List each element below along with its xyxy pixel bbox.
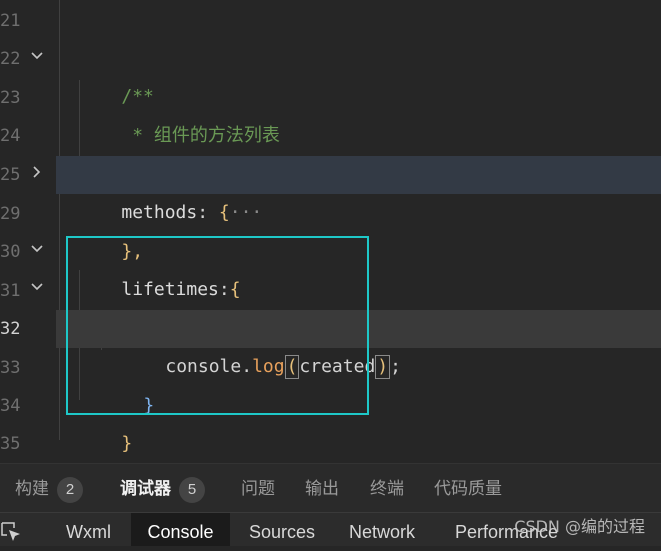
code-editor[interactable]: 21 22 23 24 25 29 30 31 32 33 34 35 /** … [0,0,661,463]
tab-build[interactable]: 构建 2 [15,464,83,513]
tab-problems-label: 问题 [241,479,275,498]
line-number: 30 [0,242,21,262]
tab-terminal[interactable]: 终端 [370,464,404,513]
debugger-count-badge: 5 [179,476,205,503]
code-line: methods: {··· [56,156,661,223]
fold-expanded-icon[interactable] [29,229,45,267]
inspect-element-icon[interactable] [0,521,22,543]
line-number: 29 [0,204,21,224]
line-number: 35 [0,434,21,454]
fold-expanded-icon[interactable] [29,267,45,305]
tab-output-label: 输出 [305,479,339,498]
line-number: 31 [0,281,21,301]
code-line: /** [56,40,661,107]
tab-network[interactable]: Network [349,513,415,546]
code-line: * 组件的方法列表 [56,79,661,146]
tab-code-quality-label: 代码质量 [434,479,502,498]
watermark: CSDN @编的过程 [514,517,645,536]
tab-console[interactable]: Console [131,513,230,546]
tab-problems[interactable]: 问题 [241,464,275,513]
code-line: */ [56,117,661,184]
editor-gutter: 21 22 23 24 25 29 30 31 32 33 34 35 [0,0,56,463]
code-line: }, [56,195,661,262]
tab-sources[interactable]: Sources [249,513,315,546]
code-line: }) [56,425,661,463]
tab-terminal-label: 终端 [370,479,404,498]
tab-output[interactable]: 输出 [305,464,339,513]
tab-code-quality[interactable]: 代码质量 [434,464,502,513]
devtools-tabs: Wxml Console Sources Network Performance… [0,512,661,546]
highlight-box [66,236,369,415]
line-number: 23 [0,88,21,108]
fold-collapsed-icon[interactable] [29,152,45,190]
line-number: 21 [0,11,21,31]
tab-wxml[interactable]: Wxml [64,513,113,546]
tab-debugger-label: 调试器 [120,479,171,498]
line-number: 24 [0,126,21,146]
tab-build-label: 构建 [15,479,49,498]
line-number: 33 [0,358,21,378]
tab-debugger[interactable]: 调试器 5 [120,464,205,513]
line-number: 34 [0,396,21,416]
line-number: 25 [0,165,21,185]
build-count-badge: 2 [57,476,83,503]
line-number: 22 [0,49,21,69]
bottom-panel-tabs: 构建 2 调试器 5 问题 输出 终端 代码质量 [0,463,661,513]
line-number: 32 [0,319,21,339]
fold-expanded-icon[interactable] [29,36,45,74]
